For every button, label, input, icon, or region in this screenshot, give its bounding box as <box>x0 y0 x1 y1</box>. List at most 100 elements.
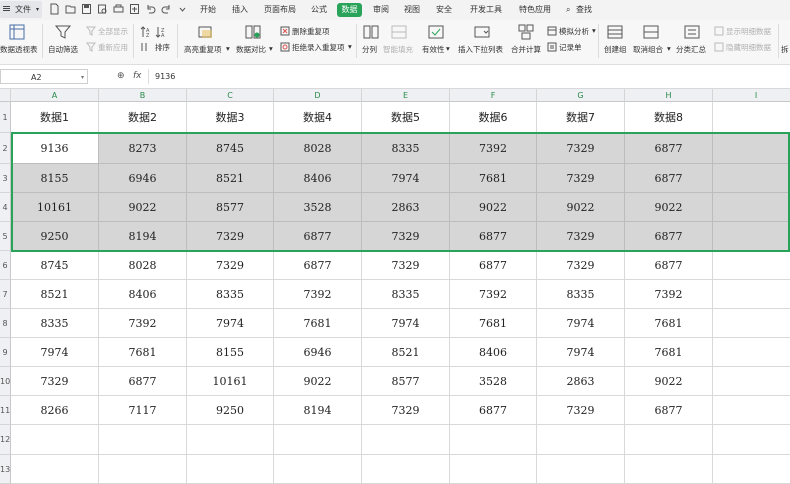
table-cell[interactable]: 6877 <box>274 222 362 251</box>
table-cell[interactable]: 7329 <box>537 222 625 251</box>
tab-review[interactable]: 审阅 <box>367 0 395 20</box>
name-box[interactable]: A2 ▾ <box>0 69 88 84</box>
formula-input[interactable]: 9136 <box>148 69 790 84</box>
row-header-9[interactable]: 9 <box>0 338 11 367</box>
table-cell[interactable]: 数据2 <box>99 102 187 133</box>
table-cell[interactable]: 数据6 <box>450 102 537 133</box>
ungroup-button[interactable]: 取消组合 <box>633 44 663 55</box>
column-header-e[interactable]: E <box>362 89 450 102</box>
table-cell[interactable]: 8745 <box>11 251 99 280</box>
table-cell[interactable]: 9022 <box>274 367 362 396</box>
table-cell[interactable]: 8406 <box>274 164 362 193</box>
table-cell[interactable]: 6946 <box>99 164 187 193</box>
tab-security[interactable]: 安全 <box>430 0 458 20</box>
table-cell[interactable]: 6877 <box>625 251 713 280</box>
autofilter-button[interactable]: 自动筛选 <box>48 44 78 55</box>
table-cell[interactable]: 8335 <box>537 280 625 309</box>
table-cell[interactable]: 7681 <box>274 309 362 338</box>
data-compare-button[interactable]: 数据对比 <box>236 44 266 55</box>
table-cell[interactable]: 7681 <box>625 309 713 338</box>
table-cell[interactable]: 8521 <box>187 164 274 193</box>
row-header-10[interactable]: 10 <box>0 367 11 396</box>
table-cell[interactable]: 8266 <box>11 396 99 425</box>
table-cell[interactable]: 9022 <box>625 193 713 222</box>
table-cell[interactable] <box>713 133 790 164</box>
column-header-i[interactable]: I <box>713 89 790 102</box>
sort-descending-icon[interactable]: ZA <box>155 26 167 38</box>
table-cell[interactable] <box>713 396 790 425</box>
record-form-button[interactable]: 记录单 <box>559 42 582 53</box>
table-cell[interactable] <box>713 164 790 193</box>
sort-button[interactable]: 排序 <box>155 42 170 53</box>
open-folder-icon[interactable] <box>65 3 76 15</box>
table-cell[interactable]: 8194 <box>99 222 187 251</box>
table-cell[interactable]: 8335 <box>187 280 274 309</box>
table-cell[interactable]: 7329 <box>537 251 625 280</box>
save-icon[interactable] <box>81 3 92 15</box>
row-header-6[interactable]: 6 <box>0 251 11 280</box>
table-cell[interactable]: 7329 <box>362 396 450 425</box>
table-cell[interactable]: 8194 <box>274 396 362 425</box>
table-cell[interactable]: 6877 <box>274 251 362 280</box>
table-cell[interactable]: 8335 <box>11 309 99 338</box>
row-header-3[interactable]: 3 <box>0 164 11 193</box>
tab-insert[interactable]: 插入 <box>226 0 254 20</box>
chevron-down-icon[interactable]: ▾ <box>348 42 352 51</box>
table-cell[interactable] <box>713 425 790 455</box>
table-cell[interactable] <box>187 425 274 455</box>
table-cell[interactable]: 6877 <box>625 133 713 164</box>
table-cell[interactable] <box>625 425 713 455</box>
chevron-down-icon[interactable]: ▾ <box>226 44 230 53</box>
table-cell[interactable]: 6946 <box>274 338 362 367</box>
redo-icon[interactable] <box>161 3 172 15</box>
function-icon[interactable]: fx <box>133 71 142 81</box>
sort-ascending-icon[interactable]: AZ <box>140 26 152 38</box>
table-cell[interactable]: 9250 <box>11 222 99 251</box>
table-cell[interactable]: 9022 <box>537 193 625 222</box>
row-header-5[interactable]: 5 <box>0 222 11 251</box>
table-cell[interactable]: 7329 <box>537 133 625 164</box>
table-cell[interactable]: 8335 <box>362 280 450 309</box>
tab-search[interactable]: ⌕ 查找 <box>564 0 598 20</box>
table-cell[interactable]: 9022 <box>450 193 537 222</box>
table-cell[interactable] <box>362 425 450 455</box>
customize-toolbar-icon[interactable] <box>177 3 188 15</box>
chevron-down-icon[interactable]: ▾ <box>446 44 450 53</box>
new-file-icon[interactable] <box>49 3 60 15</box>
file-menu-button[interactable]: 文件 ▾ <box>0 1 42 18</box>
table-cell[interactable]: 数据4 <box>274 102 362 133</box>
table-cell[interactable]: 10161 <box>11 193 99 222</box>
table-cell[interactable]: 7681 <box>99 338 187 367</box>
table-cell[interactable] <box>274 425 362 455</box>
table-cell[interactable]: 7329 <box>362 251 450 280</box>
smart-fill-button[interactable]: 智能填充 <box>383 44 413 55</box>
table-cell[interactable]: 8155 <box>11 164 99 193</box>
table-cell[interactable]: 7681 <box>450 164 537 193</box>
table-cell[interactable] <box>713 193 790 222</box>
table-cell[interactable]: 7974 <box>11 338 99 367</box>
table-cell[interactable]: 10161 <box>187 367 274 396</box>
table-cell[interactable]: 7974 <box>362 309 450 338</box>
table-cell[interactable]: 2863 <box>537 367 625 396</box>
table-cell[interactable]: 数据5 <box>362 102 450 133</box>
column-header-g[interactable]: G <box>537 89 625 102</box>
table-cell[interactable]: 7681 <box>625 338 713 367</box>
table-cell[interactable] <box>713 280 790 309</box>
zoom-search-icon[interactable]: ⊕ <box>117 71 125 81</box>
table-cell[interactable]: 数据7 <box>537 102 625 133</box>
table-cell[interactable]: 7392 <box>274 280 362 309</box>
table-cell[interactable] <box>450 425 537 455</box>
table-cell[interactable]: 7681 <box>450 309 537 338</box>
table-cell[interactable] <box>713 338 790 367</box>
table-cell[interactable]: 9136 <box>11 133 99 164</box>
table-cell[interactable] <box>713 367 790 396</box>
table-cell[interactable]: 2863 <box>362 193 450 222</box>
row-header-7[interactable]: 7 <box>0 280 11 309</box>
table-cell[interactable]: 8273 <box>99 133 187 164</box>
table-cell[interactable]: 7329 <box>537 396 625 425</box>
column-header-a[interactable]: A <box>11 89 99 102</box>
row-header-11[interactable]: 11 <box>0 396 11 425</box>
table-cell[interactable]: 6877 <box>450 251 537 280</box>
reject-duplicates-button[interactable]: 拒绝录入重复项 <box>292 42 345 53</box>
row-header-2[interactable]: 2 <box>0 133 11 164</box>
